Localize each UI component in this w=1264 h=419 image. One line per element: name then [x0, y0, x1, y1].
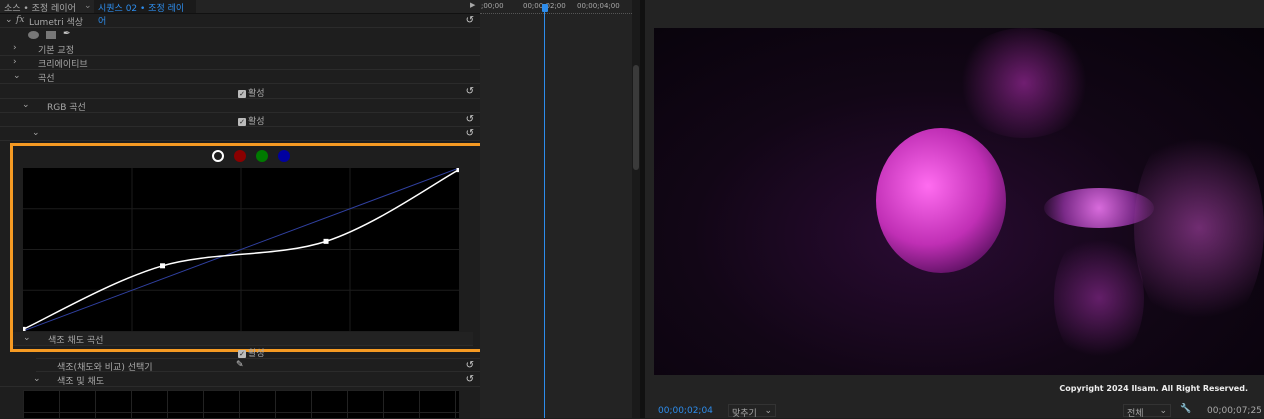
- channel-selector: [212, 150, 290, 162]
- reset-icon[interactable]: ↺: [466, 128, 474, 139]
- section-basic[interactable]: 기본 교정: [38, 43, 74, 56]
- chevron-down-icon[interactable]: ⌄: [84, 1, 92, 11]
- current-time[interactable]: 00;00;02;04: [658, 406, 713, 416]
- panel-tabs: 소스 • 조정 레이어 ⌄ 시퀀스 02 • 조정 레이어 ▶: [0, 0, 480, 27]
- hue-sat-graph[interactable]: [23, 390, 459, 418]
- tab-source[interactable]: 소스 • 조정 레이어: [4, 1, 76, 14]
- tentacles-image: [954, 28, 1094, 138]
- time-tick: 00;00;04;00: [577, 2, 620, 10]
- scrollbar[interactable]: [632, 0, 640, 418]
- duration: 00;00;07;25: [1207, 406, 1262, 416]
- channel-white-button[interactable]: [212, 150, 224, 162]
- enable-checkbox[interactable]: ✓ 활성: [238, 114, 265, 127]
- channel-blue-button[interactable]: [278, 150, 290, 162]
- pen-mask-icon[interactable]: ✒: [63, 29, 71, 39]
- hue-and-sat-label: 색조 및 채도: [57, 377, 105, 387]
- rgb-curve-graph[interactable]: [23, 168, 459, 331]
- zoom-fit-dropdown[interactable]: 맞추기 ⌄: [728, 404, 776, 419]
- time-tick: ;00;00: [481, 2, 504, 10]
- channel-red-button[interactable]: [234, 150, 246, 162]
- ellipse-mask-icon[interactable]: [28, 31, 39, 39]
- tentacles-image: [1134, 118, 1264, 338]
- collapse-icon[interactable]: ⌄: [23, 333, 31, 343]
- rgb-curve-label: RGB 곡선: [47, 103, 86, 113]
- video-frame: [654, 28, 1264, 375]
- reset-icon[interactable]: ↺: [466, 374, 474, 385]
- play-icon[interactable]: ▶: [470, 1, 475, 9]
- expand-icon[interactable]: ›: [13, 57, 17, 67]
- hue-sat-curve-label: 색조 채도 곡선: [48, 336, 104, 346]
- curve-control-point[interactable]: [160, 263, 166, 269]
- tab-sequence[interactable]: 시퀀스 02 • 조정 레이어: [94, 0, 196, 27]
- reset-icon[interactable]: ↺: [466, 86, 474, 97]
- collapse-icon[interactable]: ⌄: [5, 15, 13, 25]
- section-creative[interactable]: 크리에이티브: [38, 57, 88, 70]
- effect-name: Lumetri 색상: [29, 18, 84, 28]
- enable-checkbox[interactable]: ✓ 활성: [238, 86, 265, 99]
- collapse-icon[interactable]: ⌄: [32, 128, 40, 138]
- reset-icon[interactable]: ↺: [466, 360, 474, 371]
- tentacles-image: [1054, 228, 1144, 368]
- channel-green-button[interactable]: [256, 150, 268, 162]
- scrollbar-thumb[interactable]: [633, 65, 639, 170]
- quality-dropdown[interactable]: 전체 ⌄: [1123, 404, 1171, 419]
- jellyfish-image: [876, 128, 1006, 273]
- playhead-handle[interactable]: [542, 4, 548, 12]
- timeline-panel: ;00;00 00;00;02;00 00;00;04;00: [480, 0, 632, 418]
- collapse-icon[interactable]: ⌄: [22, 100, 30, 110]
- program-monitor: Copyright 2024 Ilsam. All Right Reserved…: [645, 0, 1264, 419]
- curve-control-point[interactable]: [323, 238, 329, 244]
- curve-control-point[interactable]: [456, 168, 460, 173]
- reset-icon[interactable]: ↺: [466, 15, 474, 26]
- copyright-text: Copyright 2024 Ilsam. All Right Reserved…: [1059, 384, 1248, 393]
- section-curves[interactable]: 곡선: [38, 71, 55, 84]
- rectangle-mask-icon[interactable]: [46, 31, 56, 39]
- collapse-icon[interactable]: ⌄: [33, 374, 41, 384]
- hue-selector-label: 색조(채도와 비교) 선택기: [57, 363, 153, 373]
- playhead-line[interactable]: [544, 12, 545, 418]
- reset-icon[interactable]: ↺: [466, 114, 474, 125]
- effect-controls-panel: 소스 • 조정 레이어 ⌄ 시퀀스 02 • 조정 레이어 ▶ ⌄ fx Lumet…: [0, 0, 486, 418]
- fx-icon[interactable]: fx: [16, 15, 24, 25]
- expand-icon[interactable]: ›: [13, 43, 17, 53]
- collapse-icon[interactable]: ⌄: [13, 71, 21, 81]
- eyedropper-icon[interactable]: ✎: [236, 360, 244, 370]
- wrench-icon[interactable]: 🔧: [1180, 404, 1191, 414]
- curve-control-point[interactable]: [23, 326, 26, 331]
